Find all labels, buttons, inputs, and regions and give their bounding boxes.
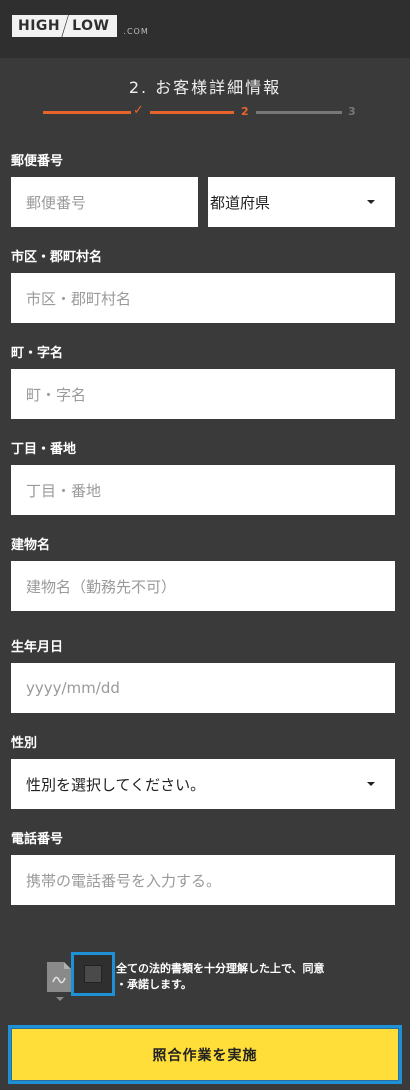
phone-input[interactable]: 携帯の電話番号を入力する。 <box>11 855 395 905</box>
gender-value: 性別を選択してください。 <box>26 775 206 794</box>
birthdate-input[interactable]: yyyy/mm/dd <box>11 663 395 713</box>
logo-high-text: HIGH <box>12 15 69 37</box>
chome-label: 丁目・番地 <box>11 442 77 457</box>
city-label: 市区・郡町村名 <box>11 250 103 265</box>
step-title: 2. お客様詳細情報 <box>128 78 282 97</box>
highlow-logo[interactable]: HIGH LOW .COM <box>12 14 149 38</box>
gender-select[interactable]: 性別を選択してください。 <box>11 759 395 809</box>
step1-check-icon: ✓ <box>133 103 144 118</box>
gender-label: 性別 <box>11 736 38 751</box>
birthdate-label: 生年月日 <box>11 640 64 655</box>
postal-label: 郵便番号 <box>11 154 64 169</box>
building-input[interactable]: 建物名（勤務先不可） <box>11 561 395 611</box>
phone-placeholder: 携帯の電話番号を入力する。 <box>26 871 222 890</box>
step2-number: 2 <box>241 105 249 118</box>
logo-domain-text: .COM <box>123 26 149 36</box>
step3-number: 3 <box>348 105 356 118</box>
checkbox-box <box>84 965 102 983</box>
consent-text-line2: ・承諾します。 <box>116 978 192 991</box>
pdf-document-icon[interactable] <box>47 962 71 992</box>
town-placeholder: 町・字名 <box>26 385 87 404</box>
consent-text: 全ての法的書類を十分理解した上で、同意 ・承諾します。 <box>116 961 356 993</box>
chevron-down-icon <box>56 997 64 1001</box>
city-input[interactable]: 市区・郡町村名 <box>11 273 395 323</box>
prefecture-select[interactable]: 都道府県 <box>208 177 395 227</box>
postal-placeholder: 郵便番号 <box>26 193 87 212</box>
submit-button[interactable]: 照合作業を実施 <box>11 1028 399 1081</box>
consent-checkbox[interactable] <box>71 952 115 996</box>
birthdate-placeholder: yyyy/mm/dd <box>26 679 120 697</box>
chevron-down-icon <box>367 200 375 204</box>
chome-input[interactable]: 丁目・番地 <box>11 465 395 515</box>
progress-bar-step3 <box>256 111 342 114</box>
app-header: HIGH LOW .COM <box>0 0 410 58</box>
progress-bar-step2 <box>150 111 234 114</box>
building-placeholder: 建物名（勤務先不可） <box>26 577 177 596</box>
chevron-down-icon <box>367 782 375 786</box>
phone-label: 電話番号 <box>11 832 64 847</box>
logo-low-text: LOW <box>62 15 118 37</box>
prefecture-value: 都道府県 <box>210 193 271 212</box>
chome-placeholder: 丁目・番地 <box>26 481 102 500</box>
step-progress: ✓ 2 3 <box>0 103 410 121</box>
city-placeholder: 市区・郡町村名 <box>26 289 132 308</box>
consent-section: 全ての法的書類を十分理解した上で、同意 ・承諾します。 <box>0 952 410 1012</box>
building-label: 建物名 <box>11 538 51 553</box>
consent-text-line1: 全ての法的書類を十分理解した上で、同意 <box>116 962 325 975</box>
submit-button-focus-ring: 照合作業を実施 <box>8 1025 402 1084</box>
progress-bar-step1 <box>43 111 131 114</box>
town-input[interactable]: 町・字名 <box>11 369 395 419</box>
town-label: 町・字名 <box>11 346 64 361</box>
postal-input[interactable]: 郵便番号 <box>11 177 198 227</box>
